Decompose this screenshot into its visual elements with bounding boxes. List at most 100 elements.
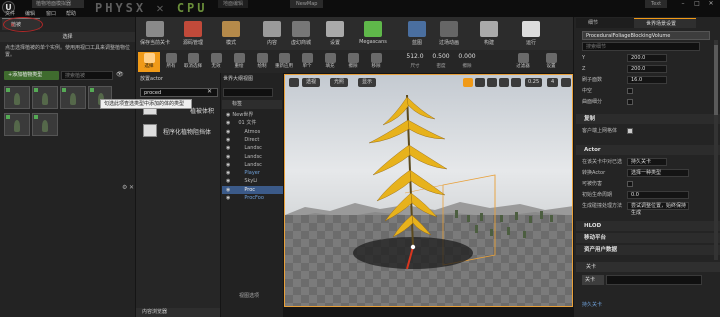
world-settings-tab[interactable]: 世界场景设置 (634, 18, 696, 28)
place-item-label[interactable]: 植被体积 (190, 106, 214, 115)
toolbar-button-marketplace[interactable]: 虚幻商城 (284, 19, 318, 51)
content-browser-tab[interactable]: 内容浏览器 (136, 308, 220, 317)
clear-search-icon[interactable]: ✕ (207, 88, 212, 95)
eye-icon[interactable]: ◉ (226, 154, 230, 160)
close-icon[interactable]: ✕ (129, 184, 134, 191)
foliage-tool-10[interactable]: 移除 (365, 52, 387, 72)
eye-icon[interactable]: ◉ (226, 129, 230, 135)
user-tab[interactable]: Text (645, 0, 668, 8)
detail-value-field[interactable]: 200.0 (627, 65, 667, 73)
foliage-tool-9[interactable]: 擦除 (342, 52, 364, 72)
foliage-tool-3[interactable]: 无效 (205, 52, 227, 72)
eye-icon[interactable]: ◉ (226, 120, 230, 126)
outliner-row[interactable]: ◉ New世界 (222, 111, 283, 119)
eye-icon[interactable]: ◉ (226, 187, 230, 193)
details-scroll-thumb[interactable] (714, 45, 718, 115)
foliage-thumbnail[interactable] (4, 86, 30, 109)
outliner-row[interactable]: ◉ Atmos (222, 128, 283, 136)
minimize-icon[interactable]: – (676, 0, 690, 8)
eye-icon[interactable]: ◉ (226, 170, 230, 176)
blocking-volume-icon[interactable] (143, 124, 157, 137)
camera-speed[interactable]: 4 (547, 78, 559, 87)
surface-snap-icon[interactable] (511, 78, 521, 87)
toolbar-button-megascans[interactable]: Megascans (356, 19, 390, 51)
mobile-section-header[interactable]: 移动平台 (576, 233, 720, 243)
foliage-right-tool-1[interactable]: 设置 (538, 52, 564, 72)
view-options-button[interactable]: 视图选项 (221, 292, 283, 301)
toolbar-button-save[interactable]: 保存当前关卡 (138, 19, 172, 51)
detail-value-field[interactable]: 16.0 (627, 76, 667, 84)
details-tab[interactable]: 细节 (576, 18, 634, 28)
lit-button[interactable]: 光照 (330, 78, 349, 87)
brush-value[interactable]: 0.000 (456, 53, 478, 60)
rotate-mode-icon[interactable] (475, 78, 485, 87)
eye-icon[interactable]: ◉ (226, 145, 230, 151)
snap-value[interactable]: 0.25 (525, 78, 543, 87)
eye-icon[interactable]: 👁 (116, 71, 124, 78)
foliage-thumbnail[interactable] (4, 113, 30, 136)
detail-checkbox[interactable] (627, 99, 633, 105)
outliner-row[interactable]: ◉ 01 文件 (222, 119, 283, 127)
outliner-row[interactable]: ◉ ProcFoo (222, 194, 283, 202)
foliage-thumbnail[interactable] (32, 113, 58, 136)
maximize-viewport-icon[interactable] (561, 78, 571, 87)
foliage-tool-4[interactable]: 重绘 (228, 52, 250, 72)
outliner-row[interactable]: ◉ Proc (222, 185, 283, 194)
foliage-tool-8[interactable]: 填充 (319, 52, 341, 72)
maximize-icon[interactable]: □ (690, 0, 704, 8)
detail-checkbox[interactable] (627, 181, 633, 187)
project-tab[interactable]: NewMap (290, 0, 324, 8)
level-viewport[interactable]: 透视 光照 显示 0.25 4 (284, 74, 573, 307)
window-title-tab[interactable]: 植物地面模拟器 (32, 0, 84, 8)
menu-help[interactable]: 帮助 (66, 10, 76, 17)
duplicate-section-header[interactable]: 复制 (576, 114, 720, 124)
detail-checkbox[interactable] (627, 88, 633, 94)
scale-mode-icon[interactable] (487, 78, 497, 87)
foliage-tool-7[interactable]: 单个 (296, 52, 318, 72)
outliner-column-header[interactable]: 标签 (222, 100, 282, 109)
outliner-row[interactable]: ◉ Landsc (222, 153, 283, 161)
asset-user-data-section-header[interactable]: 资产用户数据 (576, 245, 720, 255)
foliage-right-tool-0[interactable]: 过滤器 (510, 52, 536, 72)
foliage-tool-5[interactable]: 绘制 (251, 52, 273, 72)
viewport-menu-icon[interactable] (289, 78, 299, 87)
eye-icon[interactable]: ◉ (226, 178, 230, 184)
toolbar-button-build[interactable]: 构建 (472, 19, 506, 51)
world-outliner-tab[interactable]: 世界大纲视图 (223, 75, 253, 84)
place-item-label[interactable]: 程序化植物阻挡体 (163, 127, 211, 136)
level-tab[interactable]: 地面编辑 (218, 0, 249, 8)
gear-icon[interactable]: ⚙ (122, 184, 127, 191)
outliner-row[interactable]: ◉ Landsc (222, 144, 283, 152)
foliage-tool-1[interactable]: 所有 (160, 52, 182, 72)
close-window-icon[interactable]: ✕ (704, 0, 718, 8)
outliner-row[interactable]: ◉ Player (222, 169, 283, 177)
toolbar-button-settings[interactable]: 设置 (318, 19, 352, 51)
menu-edit[interactable]: 编辑 (25, 10, 35, 17)
details-search-input[interactable]: 搜索细节 (582, 42, 700, 51)
foliage-thumbnail[interactable] (60, 86, 86, 109)
hlod-section-header[interactable]: HLOD (576, 221, 720, 231)
eye-icon[interactable]: ◉ (226, 195, 230, 201)
detail-value-field[interactable]: 200.0 (627, 54, 667, 62)
detail-value-field[interactable]: 0.0 (627, 191, 689, 199)
brush-value[interactable]: 0.500 (430, 53, 452, 60)
place-actors-tab[interactable]: 放置actor (140, 75, 163, 84)
toolbar-button-blueprint[interactable]: 蓝图 (400, 19, 434, 51)
outliner-row[interactable]: ◉ Landsc (222, 161, 283, 169)
foliage-tool-6[interactable]: 重新应用 (273, 52, 295, 72)
levels-search-input[interactable] (606, 275, 702, 285)
menu-file[interactable]: 文件 (5, 10, 15, 17)
levels-tab[interactable]: 关卡 (576, 262, 720, 272)
toolbar-button-modes[interactable]: 模式 (214, 19, 248, 51)
foliage-tool-2[interactable]: 取消选择 (182, 52, 204, 72)
foliage-tool-0[interactable]: 选择 (138, 52, 160, 72)
actor-name-field[interactable]: ProceduralFoliageBlockingVolume (582, 31, 710, 40)
foliage-search-input[interactable]: 搜索植被 (61, 71, 113, 80)
world-space-icon[interactable] (499, 78, 509, 87)
detail-value-field[interactable]: 持久关卡 (627, 158, 667, 166)
outliner-row[interactable]: ◉ SkyLi (222, 177, 283, 185)
brush-value[interactable]: 512.0 (404, 53, 426, 60)
eye-icon[interactable]: ◉ (226, 137, 230, 143)
outliner-row[interactable]: ◉ Direct (222, 136, 283, 144)
persistent-level-item[interactable]: 持久关卡 (582, 301, 602, 308)
